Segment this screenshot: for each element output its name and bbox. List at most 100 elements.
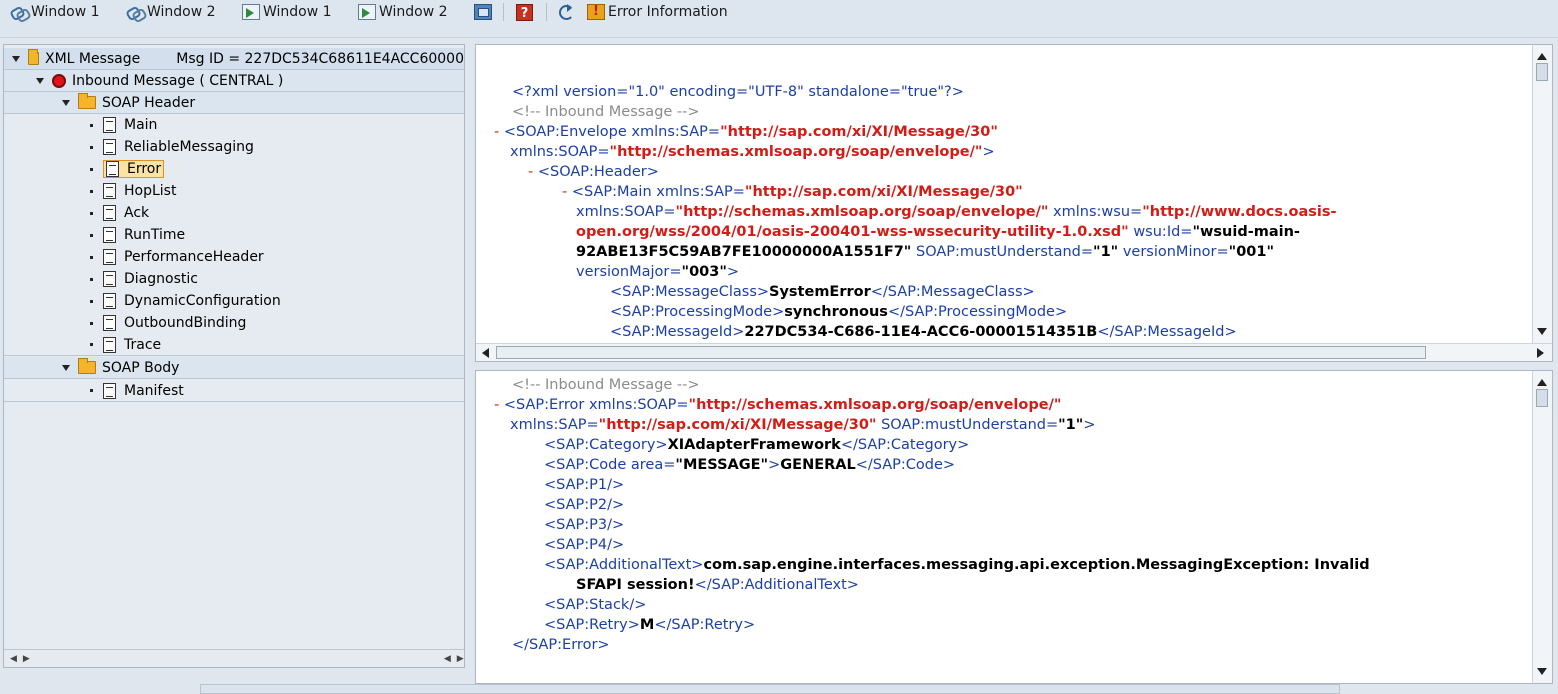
window1-link-button[interactable]: Window 1 (10, 2, 100, 22)
xml-value: "1" (1093, 244, 1119, 260)
xml-line: 92ABE13F5C59AB7FE10000000A1551F7" SOAP:m… (576, 242, 1274, 262)
tree-label: OutboundBinding (124, 315, 247, 331)
xml-tag: </SAP:MessageId> (1097, 324, 1237, 340)
xml-tag: <SAP:AdditionalText> (544, 557, 704, 573)
help-button[interactable]: ? (516, 2, 533, 22)
scroll-left-icon[interactable]: ◀ (10, 654, 17, 664)
xml-pi: <?xml version="1.0" encoding="UTF-8" sta… (512, 84, 964, 100)
xml-line: xmlns:SAP="http://sap.com/xi/XI/Message/… (510, 415, 1095, 435)
document-icon (103, 205, 116, 221)
xml-tag: <SAP:Retry> (544, 617, 640, 633)
xml-tag: <SAP:P2/> (544, 497, 625, 513)
link-windows-icon (10, 4, 28, 20)
tree-item-runtime[interactable]: RunTime (4, 224, 464, 246)
tree-item-main[interactable]: Main (4, 114, 464, 136)
scroll-down-icon[interactable] (1537, 328, 1547, 335)
xml-tag: </SAP:Code> (855, 457, 956, 473)
xml-attr: area= (630, 457, 676, 473)
window-doc-icon (358, 4, 376, 20)
tree-item-ack[interactable]: Ack (4, 202, 464, 224)
xml-tag: <SAP:ProcessingMode> (610, 304, 785, 320)
scroll-thumb[interactable] (496, 346, 1426, 359)
scroll-right-icon[interactable] (1537, 348, 1544, 358)
expand-arrow-icon[interactable] (36, 77, 44, 84)
window1-open-button[interactable]: Window 1 (242, 2, 332, 22)
tree-item-reliablemessaging[interactable]: ReliableMessaging (4, 136, 464, 158)
document-icon (103, 271, 116, 287)
bottom-scrollbar[interactable] (200, 684, 1340, 694)
xml-tag: <SAP:Code (544, 457, 631, 473)
xml-text: 227DC534-C686-11E4-ACC6-00001514351B (744, 324, 1098, 340)
scroll-thumb[interactable] (1536, 389, 1548, 407)
xml-tag: <SAP:Category> (544, 437, 668, 453)
tree-label: Ack (124, 205, 150, 221)
xml-value: "wsuid-main- (1192, 224, 1300, 240)
xml-attr: xmlns:wsu= (1048, 204, 1143, 220)
xml-tag: <SAP:Stack/> (544, 597, 647, 613)
error-information-button[interactable]: Error Information (587, 2, 728, 22)
horizontal-scrollbar[interactable] (476, 343, 1552, 361)
bullet-icon (90, 189, 93, 193)
tree-node-soap-header[interactable]: SOAP Header (4, 92, 464, 114)
xml-tag: </SAP:ProcessingMode> (887, 304, 1068, 320)
xml-line: - <SAP:Main xmlns:SAP="http://sap.com/xi… (562, 182, 1023, 202)
scroll-up-icon[interactable] (1537, 379, 1547, 386)
collapse-toggle[interactable]: - (494, 124, 499, 140)
tree-horizontal-scrollbar[interactable]: ◀ ▶ ◀ ▶ (4, 649, 464, 667)
expand-arrow-icon[interactable] (62, 99, 70, 106)
expand-arrow-icon[interactable] (62, 364, 70, 371)
collapse-toggle[interactable]: - (562, 184, 567, 200)
scroll-left-icon[interactable]: ◀ (444, 654, 451, 664)
window2-open-button[interactable]: Window 2 (358, 2, 448, 22)
vertical-splitter[interactable] (467, 44, 473, 674)
scroll-thumb[interactable] (1536, 63, 1548, 81)
xml-tag: <SAP:MessageClass> (610, 284, 770, 300)
toolbar: Window 1 Window 2 Window 1 Window 2 ? Er… (0, 0, 1558, 38)
document-icon (103, 293, 116, 309)
document-icon (103, 183, 116, 199)
folder-open-icon (28, 49, 39, 65)
scroll-up-icon[interactable] (1537, 53, 1547, 60)
tree-label: ReliableMessaging (124, 139, 254, 155)
scroll-left-icon[interactable] (482, 348, 489, 358)
scroll-right-icon[interactable]: ▶ (23, 654, 30, 664)
tree-item-outboundbinding[interactable]: OutboundBinding (4, 312, 464, 334)
tree-item-hoplist[interactable]: HopList (4, 180, 464, 202)
refresh-button[interactable] (557, 2, 575, 22)
xml-tag: </SAP:MessageClass> (870, 284, 1035, 300)
tree-label: Main (124, 117, 158, 133)
tree-label: Trace (124, 336, 162, 353)
tree-node-soap-body[interactable]: SOAP Body (4, 357, 464, 379)
xml-value: "http://schemas.xmlsoap.org/soap/envelop… (609, 144, 983, 160)
xml-line: xmlns:SOAP="http://schemas.xmlsoap.org/s… (576, 202, 1337, 222)
scroll-right-icon[interactable]: ▶ (457, 654, 464, 664)
tree-item-dynamicconfiguration[interactable]: DynamicConfiguration (4, 290, 464, 312)
tree-label: Diagnostic (124, 271, 198, 287)
tree-item-error[interactable]: Error (4, 158, 464, 180)
button-label: Window 2 (147, 4, 216, 20)
xml-tag: <SAP:P1/> (544, 477, 625, 493)
folder-open-icon (78, 93, 96, 109)
tree-item-diagnostic[interactable]: Diagnostic (4, 268, 464, 290)
help-icon: ? (516, 3, 533, 21)
vertical-scrollbar[interactable] (1532, 45, 1552, 343)
tree-item-performanceheader[interactable]: PerformanceHeader (4, 246, 464, 268)
button-label: Window 1 (263, 4, 332, 20)
tree-node-inbound[interactable]: Inbound Message ( CENTRAL ) (4, 70, 464, 92)
collapse-toggle[interactable]: - (494, 397, 499, 413)
bullet-icon (90, 123, 93, 127)
scroll-down-icon[interactable] (1537, 668, 1547, 675)
xml-line: - <SOAP:Header> (528, 162, 659, 182)
window2-link-button[interactable]: Window 2 (126, 2, 216, 22)
collapse-toggle[interactable]: - (528, 164, 533, 180)
bullet-icon (90, 321, 93, 325)
expand-arrow-icon[interactable] (12, 55, 20, 62)
tree-node-xml-message[interactable]: XML Message Msg ID = 227DC534C68611E4ACC… (4, 48, 464, 70)
xml-line: <SAP:P3/> (544, 515, 624, 535)
vertical-scrollbar[interactable] (1532, 371, 1552, 683)
tree-item-manifest[interactable]: Manifest (4, 380, 464, 402)
xml-line: SFAPI session!</SAP:AdditionalText> (576, 575, 859, 595)
tree-item-trace[interactable]: Trace (4, 334, 464, 356)
xml-tag: <SAP:Main (571, 184, 657, 200)
window-square-button[interactable] (474, 2, 492, 22)
